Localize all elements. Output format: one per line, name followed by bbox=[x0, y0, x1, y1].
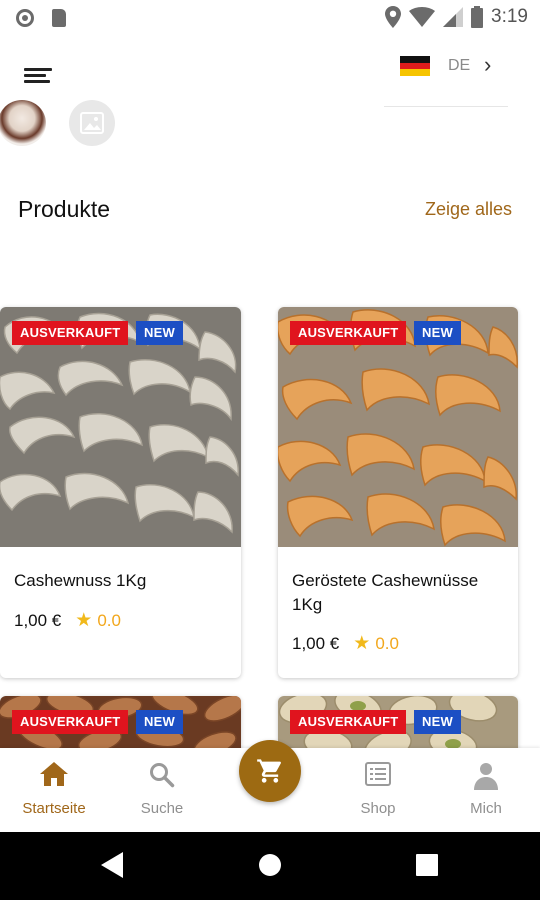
star-icon: ★ bbox=[353, 633, 371, 654]
category-avatar-placeholder[interactable] bbox=[69, 100, 115, 146]
product-rating: 0.0 bbox=[375, 633, 399, 653]
category-strip bbox=[0, 98, 540, 148]
location-icon bbox=[385, 6, 402, 28]
app-screen: 3:19 DE › Produkte Zeige alles AUSVERKAU… bbox=[0, 0, 540, 900]
price-row: 1,00 € ★ 0.0 bbox=[14, 609, 121, 632]
product-price: 1,00 € bbox=[292, 633, 340, 653]
category-avatar[interactable] bbox=[0, 100, 46, 146]
system-navigation-bar bbox=[0, 832, 540, 900]
see-all-link[interactable]: Zeige alles bbox=[425, 199, 512, 220]
status-time: 3:19 bbox=[491, 6, 528, 27]
nav-label: Startseite bbox=[22, 800, 86, 817]
new-badge: NEW bbox=[414, 710, 461, 734]
nav-item-shop[interactable]: Shop bbox=[324, 748, 432, 832]
sold-out-badge: AUSVERKAUFT bbox=[290, 321, 407, 345]
signal-icon bbox=[443, 7, 464, 27]
list-icon bbox=[365, 762, 391, 786]
product-rating: 0.0 bbox=[97, 610, 121, 630]
product-name: Cashewnuss 1Kg bbox=[14, 571, 147, 590]
home-circle-icon[interactable] bbox=[258, 852, 282, 878]
language-code: DE bbox=[448, 57, 471, 74]
nav-label: Mich bbox=[470, 800, 502, 817]
wifi-icon bbox=[409, 7, 436, 27]
german-flag-icon bbox=[400, 56, 430, 76]
search-icon bbox=[150, 763, 175, 788]
back-icon[interactable] bbox=[101, 852, 125, 878]
sim-card-icon bbox=[52, 9, 66, 27]
image-placeholder-icon bbox=[80, 112, 104, 134]
sold-out-badge: AUSVERKAUFT bbox=[12, 321, 129, 345]
menu-icon[interactable] bbox=[24, 68, 52, 90]
nav-item-home[interactable]: Startseite bbox=[0, 748, 108, 832]
nav-item-search[interactable]: Suche bbox=[108, 748, 216, 832]
product-price: 1,00 € bbox=[14, 610, 62, 630]
product-card[interactable]: AUSVERKAUFT NEW Cashewnuss 1Kg 1,00 € ★ … bbox=[0, 307, 241, 678]
recents-icon[interactable] bbox=[416, 854, 438, 876]
product-name: Geröstete Cashewnüsse 1Kg bbox=[292, 571, 479, 614]
cart-icon bbox=[257, 759, 281, 783]
chevron-right-icon: › bbox=[484, 52, 492, 77]
new-badge: NEW bbox=[136, 321, 183, 345]
sold-out-badge: AUSVERKAUFT bbox=[290, 710, 407, 734]
cart-button[interactable] bbox=[239, 740, 301, 802]
person-icon bbox=[474, 763, 498, 790]
section-title: Produkte bbox=[18, 196, 111, 222]
nav-label: Shop bbox=[360, 800, 396, 817]
new-badge: NEW bbox=[136, 710, 183, 734]
status-bar: 3:19 bbox=[0, 0, 540, 36]
notification-circle-icon bbox=[16, 9, 34, 27]
home-icon bbox=[40, 762, 68, 786]
new-badge: NEW bbox=[414, 321, 461, 345]
battery-icon bbox=[471, 6, 484, 28]
sold-out-badge: AUSVERKAUFT bbox=[12, 710, 129, 734]
star-icon: ★ bbox=[75, 610, 93, 631]
nav-label: Suche bbox=[140, 800, 184, 817]
price-row: 1,00 € ★ 0.0 bbox=[292, 632, 399, 655]
status-icons: 3:19 bbox=[385, 6, 528, 28]
product-card[interactable]: AUSVERKAUFT NEW Geröstete Cashewnüsse 1K… bbox=[278, 307, 518, 678]
nav-item-profile[interactable]: Mich bbox=[432, 748, 540, 832]
